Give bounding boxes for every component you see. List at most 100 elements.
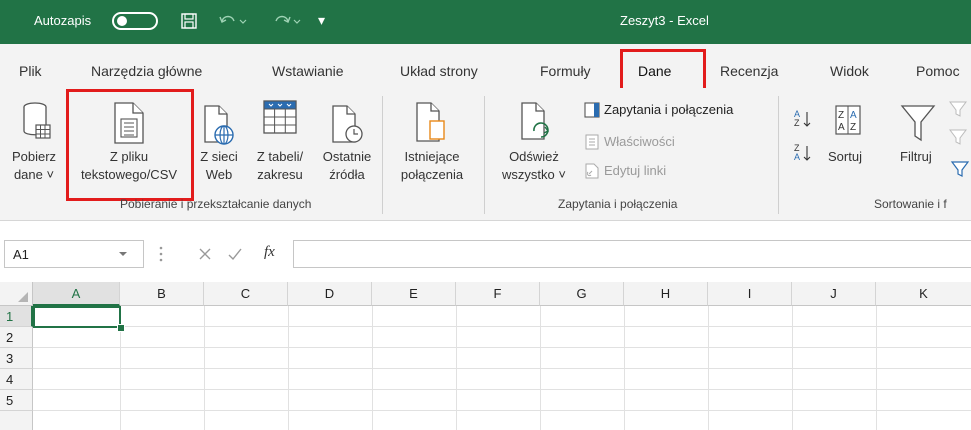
filter-button[interactable]: Filtruj <box>900 148 932 166</box>
refresh-label-2: wszystko ˅ <box>502 167 566 182</box>
existing-connections-button[interactable]: Istniejące połączenia <box>394 148 470 184</box>
svg-text:Z: Z <box>850 122 856 133</box>
gridline <box>33 368 971 369</box>
column-header[interactable]: B <box>120 282 204 306</box>
recent-sources-label-2: źródła <box>329 167 365 182</box>
from-web-label-2: Web <box>205 167 233 182</box>
toggle-knob <box>117 16 127 26</box>
sort-az-za-icon[interactable]: A Z Z A <box>793 106 813 170</box>
tab-formulas[interactable]: Formuły <box>540 63 591 79</box>
row-header[interactable]: 3 <box>0 348 33 369</box>
check-icon[interactable] <box>226 245 244 263</box>
group-separator <box>484 96 485 214</box>
fill-handle[interactable] <box>117 324 125 332</box>
refresh-label: Odśwież <box>509 149 559 164</box>
tab-home[interactable]: Narzędzia główne <box>91 63 202 79</box>
autosave-toggle[interactable] <box>112 12 158 30</box>
from-table-button[interactable]: Z tabeli/ zakresu <box>246 148 314 184</box>
tab-page-layout[interactable]: Układ strony <box>400 63 478 79</box>
edit-links-icon <box>585 163 599 179</box>
refresh-icon <box>521 102 550 140</box>
tab-view[interactable]: Widok <box>830 63 869 79</box>
tab-help[interactable]: Pomoc <box>916 63 960 79</box>
row-header[interactable]: 1 <box>0 306 33 327</box>
filter-options-icon[interactable] <box>948 100 971 180</box>
group-separator <box>382 96 383 214</box>
column-header[interactable]: F <box>456 282 540 306</box>
row-header-partial[interactable] <box>0 411 33 430</box>
tab-review[interactable]: Recenzja <box>720 63 778 79</box>
svg-text:Z: Z <box>838 110 844 121</box>
group-separator <box>778 96 779 214</box>
column-header[interactable]: C <box>204 282 288 306</box>
name-box[interactable]: A1 <box>4 240 144 268</box>
table-icon <box>263 100 297 134</box>
get-data-label-2: dane ˅ <box>13 167 55 182</box>
redo-icon[interactable] <box>272 12 302 30</box>
column-header[interactable]: J <box>792 282 876 306</box>
filter-icon <box>900 105 936 142</box>
group-label-get-transform: Pobieranie i przekształcanie danych <box>120 197 312 211</box>
from-web-button[interactable]: Z sieci Web <box>196 148 242 184</box>
tab-file[interactable]: Plik <box>19 63 42 79</box>
gridline <box>33 326 971 327</box>
properties-button[interactable]: Właściwości <box>604 134 675 149</box>
recent-sources-button[interactable]: Ostatnie źródła <box>316 148 378 184</box>
edit-links-button[interactable]: Edytuj linki <box>604 163 666 178</box>
queries-connections-icon <box>584 102 600 118</box>
save-icon[interactable] <box>180 12 198 30</box>
existing-connections-label: Istniejące <box>404 149 460 164</box>
column-header[interactable]: G <box>540 282 624 306</box>
title-bar: Autozapis ▾ Zeszyt3 - Excel <box>0 0 971 44</box>
from-table-label-2: zakresu <box>257 167 303 182</box>
column-header[interactable]: D <box>288 282 372 306</box>
recent-sources-label: Ostatnie <box>322 149 372 164</box>
gridline <box>33 410 971 411</box>
select-all-triangle-icon <box>18 292 28 302</box>
svg-text:A: A <box>838 122 845 133</box>
group-label-queries: Zapytania i połączenia <box>558 197 678 211</box>
from-table-label: Z tabeli/ <box>256 149 304 164</box>
refresh-all-button[interactable]: Odśwież wszystko ˅ <box>494 148 574 184</box>
existing-connections-icon <box>416 102 445 142</box>
select-all-button[interactable] <box>0 282 33 306</box>
function-icon[interactable]: fx <box>264 244 275 261</box>
svg-text:A: A <box>794 152 800 162</box>
drag-handle-icon[interactable] <box>157 243 165 265</box>
column-header[interactable]: K <box>876 282 971 306</box>
cancel-icon[interactable] <box>196 245 214 263</box>
gridline <box>33 389 971 390</box>
customize-qat-icon[interactable]: ▾ <box>318 12 325 29</box>
properties-icon <box>585 134 599 150</box>
gridline <box>33 347 971 348</box>
sort-icon: Z A A Z <box>835 105 861 135</box>
column-header[interactable]: H <box>624 282 708 306</box>
database-icon <box>23 102 51 139</box>
autosave-label: Autozapis <box>34 13 92 28</box>
row-header[interactable]: 2 <box>0 327 33 348</box>
svg-text:A: A <box>850 110 857 121</box>
existing-connections-label-2: połączenia <box>400 167 464 182</box>
name-box-value: A1 <box>13 247 29 262</box>
svg-text:Z: Z <box>794 118 800 128</box>
get-data-button[interactable]: Pobierz dane ˅ <box>4 148 64 184</box>
get-data-label: Pobierz <box>11 149 57 164</box>
group-label-sort-filter: Sortowanie i f <box>874 197 947 211</box>
column-header[interactable]: A <box>33 282 120 306</box>
chevron-down-icon[interactable] <box>117 249 129 259</box>
tab-insert[interactable]: Wstawianie <box>272 63 344 79</box>
queries-connections-button[interactable]: Zapytania i połączenia <box>604 102 733 117</box>
recent-sources-icon <box>332 105 363 143</box>
sort-button[interactable]: Sortuj <box>828 148 862 166</box>
undo-icon[interactable] <box>218 12 248 30</box>
formula-input[interactable] <box>293 240 971 268</box>
column-header[interactable]: E <box>372 282 456 306</box>
selected-cell[interactable] <box>33 306 121 328</box>
web-icon <box>204 105 234 145</box>
row-header[interactable]: 4 <box>0 369 33 390</box>
highlight-from-text-csv <box>66 89 194 201</box>
column-header[interactable]: I <box>708 282 792 306</box>
from-web-label: Z sieci <box>200 149 238 164</box>
row-header[interactable]: 5 <box>0 390 33 411</box>
window-title: Zeszyt3 - Excel <box>620 13 709 28</box>
